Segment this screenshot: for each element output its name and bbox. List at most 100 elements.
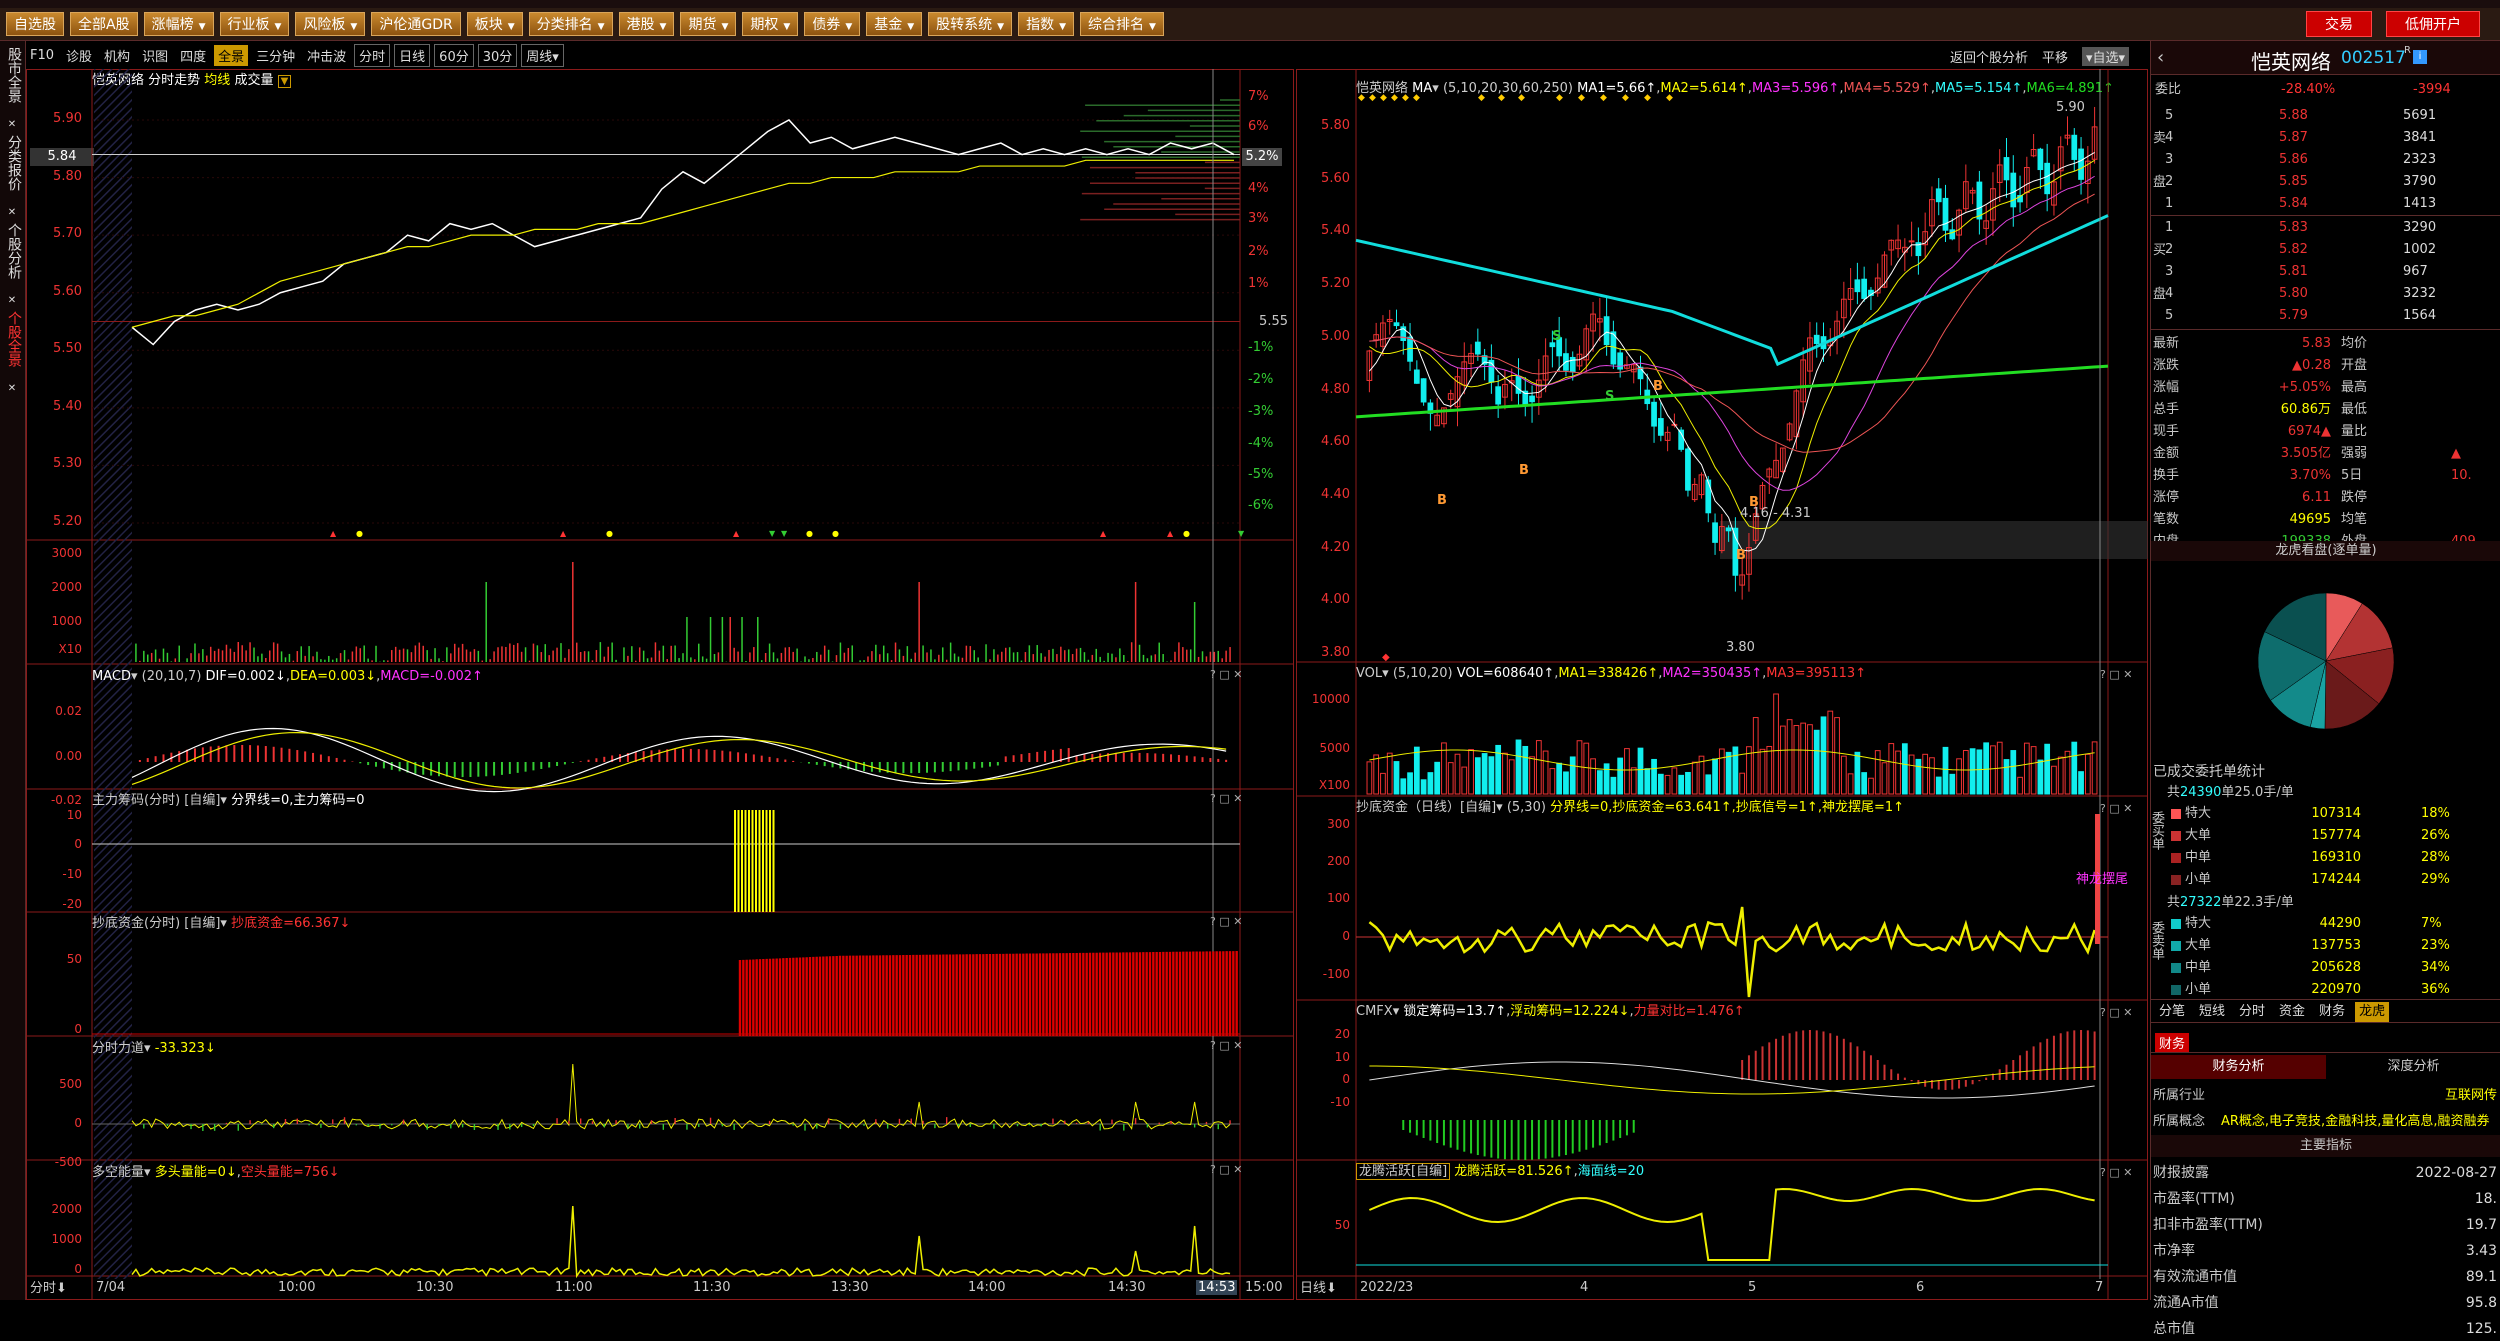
right-tool-0[interactable]: 返回个股分析 xyxy=(1950,47,2028,66)
stat-row: 总手 60.86万 最低 xyxy=(2153,402,2368,417)
chart-tab-4[interactable]: 四度 xyxy=(176,45,210,66)
chart-tab-6[interactable]: 三分钟 xyxy=(252,45,299,66)
toolbar-btn-14[interactable]: 指数 xyxy=(1018,12,1074,36)
quote-tab-1[interactable]: 短线 xyxy=(2195,1002,2229,1022)
svg-text:●: ● xyxy=(1183,529,1190,538)
chart-tab-9[interactable]: 日线 xyxy=(394,43,431,67)
left-tab-2[interactable]: 个股分析 xyxy=(2,223,22,279)
intraday-xtick: 14:30 xyxy=(1108,1280,1146,1295)
left-tab-3[interactable]: 个股全景 xyxy=(2,311,22,367)
back-icon[interactable]: ‹ xyxy=(2157,47,2164,68)
left-tab-close-icon[interactable]: ✕ xyxy=(2,381,22,397)
toolbar-btn-1[interactable]: 全部A股 xyxy=(70,12,138,36)
sell-level: 1 5.84 1413 xyxy=(2165,196,2437,211)
chart-tab-1[interactable]: 诊股 xyxy=(62,45,96,66)
svg-text:◆: ◆ xyxy=(1413,93,1420,103)
quote-tab-2[interactable]: 分时 xyxy=(2235,1002,2269,1022)
quote-tab-5[interactable]: 龙虎 xyxy=(2355,1002,2390,1022)
stat-row: 涨幅 +5.05% 最高 xyxy=(2153,380,2368,395)
chart-tab-10[interactable]: 60分 xyxy=(434,43,474,67)
toolbar-btn-12[interactable]: 基金 xyxy=(866,12,923,36)
fin-sub-tabs: 财务分析 深度分析 xyxy=(2151,1055,2500,1079)
intraday-xtick: 7/04 xyxy=(96,1280,126,1295)
buy-order-row: 小单 174244 29% xyxy=(2151,869,2500,891)
kline-high-label: 5.90 xyxy=(2056,100,2085,115)
toolbar-btn-2[interactable]: 涨幅榜 xyxy=(143,12,214,36)
intraday-xtick: 10:30 xyxy=(416,1280,454,1295)
toolbar-btn-4[interactable]: 风险板 xyxy=(295,12,366,36)
book-divider xyxy=(2151,215,2500,216)
info-icon[interactable]: i xyxy=(2413,50,2427,64)
kline-sub-tick: 300 xyxy=(1327,817,1350,831)
stock-code: 002517 xyxy=(2341,48,2406,68)
panel-controls[interactable]: ? □ ✕ xyxy=(2100,1006,2132,1019)
chart-tab-5[interactable]: 全景 xyxy=(214,44,249,66)
chart-tab-12[interactable]: 周线▾ xyxy=(521,43,564,67)
quote-tab-3[interactable]: 资金 xyxy=(2275,1002,2309,1022)
svg-text:◆: ◆ xyxy=(1518,93,1525,103)
lthy-title: 龙腾活跃[自编] 龙腾活跃=81.526↑,海面线=20 xyxy=(1356,1162,1644,1182)
macd-title: MACD▾ (20,10,7) DIF=0.002↓,DEA=0.003↓,MA… xyxy=(92,669,483,684)
toolbar-btn-13[interactable]: 股转系统 xyxy=(928,12,1013,36)
buy-side-label: 买 xyxy=(2153,243,2167,258)
toolbar-btn-9[interactable]: 期货 xyxy=(680,12,737,36)
right-tool-2[interactable]: ▾自选▾ xyxy=(2082,47,2130,66)
panel-controls[interactable]: ? □ ✕ xyxy=(1210,792,1242,805)
fin-row: 有效流通市值 89.1 xyxy=(2153,1269,2497,1285)
sub-tick: 1000 xyxy=(51,614,82,628)
svg-text:◆: ◆ xyxy=(1666,93,1673,103)
sell-side-label: 卖 xyxy=(2153,131,2167,146)
panel-controls[interactable]: ? □ ✕ xyxy=(1210,1039,1242,1052)
open-account-button[interactable]: 低佣开户 xyxy=(2386,11,2480,37)
svg-text:●: ● xyxy=(806,529,813,538)
toolbar-btn-8[interactable]: 港股 xyxy=(618,12,675,36)
toolbar-btn-0[interactable]: 自选股 xyxy=(6,12,64,36)
chart-tab-7[interactable]: 冲击波 xyxy=(303,45,350,66)
toolbar-btn-15[interactable]: 综合排名 xyxy=(1080,12,1164,36)
left-tab-close-icon[interactable]: ✕ xyxy=(2,205,22,221)
panel-controls[interactable]: ? □ ✕ xyxy=(2100,668,2132,681)
sub-tick: 0 xyxy=(74,1116,82,1130)
intraday-xtick: 10:00 xyxy=(278,1280,316,1295)
toolbar-btn-3[interactable]: 行业板 xyxy=(219,12,290,36)
kline-chart[interactable]: ◆ ◆ ◆ ◆ ◆ ◆ ◆ ◆ ◆ ◆ ◆ ◆ ◆ ◆ ◆BBSSBBB◆ xyxy=(1296,69,2148,1300)
kline-sub-tick: 0 xyxy=(1342,1072,1350,1086)
pie-title: 龙虎看盘(逐单量) xyxy=(2151,541,2500,561)
toolbar-btn-5[interactable]: 沪伦通GDR xyxy=(371,12,461,36)
tab-finance[interactable]: 财务 xyxy=(2155,1033,2190,1052)
right-tool-1[interactable]: 平移 xyxy=(2042,47,2068,66)
sell-level: 4 5.87 3841 xyxy=(2165,130,2437,145)
tab-depth-analysis[interactable]: 深度分析 xyxy=(2326,1055,2500,1079)
panel-controls[interactable]: ? □ ✕ xyxy=(2100,1166,2132,1179)
left-tab-close-icon[interactable]: ✕ xyxy=(2,293,22,309)
toolbar-btn-11[interactable]: 债券 xyxy=(804,12,861,36)
chart-tab-3[interactable]: 识图 xyxy=(138,45,172,66)
chart-tab-8[interactable]: 分时 xyxy=(354,43,391,67)
trade-button[interactable]: 交易 xyxy=(2306,11,2372,37)
cmfx-title: CMFX▾ 锁定筹码=13.7↑,浮动筹码=12.224↓,力量对比=1.476… xyxy=(1356,1004,1745,1019)
chart-tab-11[interactable]: 30分 xyxy=(477,43,518,67)
kvol-title: VOL▾ (5,10,20) VOL=608640↑,MA1=338426↑,M… xyxy=(1356,666,1867,681)
industry-row: 所属行业 互联网传 xyxy=(2153,1088,2498,1103)
panel-controls[interactable]: ? □ ✕ xyxy=(1210,668,1242,681)
kline-sub-tick: 10 xyxy=(1334,1050,1350,1064)
swatch xyxy=(2171,853,2181,863)
toolbar-btn-7[interactable]: 分类排名 xyxy=(528,12,613,36)
left-tab-close-icon[interactable]: ✕ xyxy=(2,117,22,133)
quote-tab-4[interactable]: 财务 xyxy=(2315,1002,2349,1022)
svg-text:B: B xyxy=(1736,548,1746,563)
toolbar-btn-10[interactable]: 期权 xyxy=(742,12,799,36)
toolbar-btn-6[interactable]: 板块 xyxy=(466,12,523,36)
sub-tick: 0 xyxy=(74,1262,82,1276)
panel-controls[interactable]: ? □ ✕ xyxy=(1210,915,1242,928)
chart-tab-2[interactable]: 机构 xyxy=(100,45,134,66)
panel-controls[interactable]: ? □ ✕ xyxy=(1210,1163,1242,1176)
left-tab-1[interactable]: 分类报价 xyxy=(2,135,22,191)
svg-text:◆: ◆ xyxy=(1556,93,1563,103)
tab-fin-analysis[interactable]: 财务分析 xyxy=(2151,1055,2326,1079)
quote-tab-0[interactable]: 分笔 xyxy=(2155,1002,2189,1022)
left-tab-0[interactable]: 股市全景 xyxy=(2,47,22,103)
chart-tab-0[interactable]: F10 xyxy=(26,47,58,64)
svg-text:▲: ▲ xyxy=(733,529,740,538)
panel-controls[interactable]: ? □ ✕ xyxy=(2100,802,2132,815)
